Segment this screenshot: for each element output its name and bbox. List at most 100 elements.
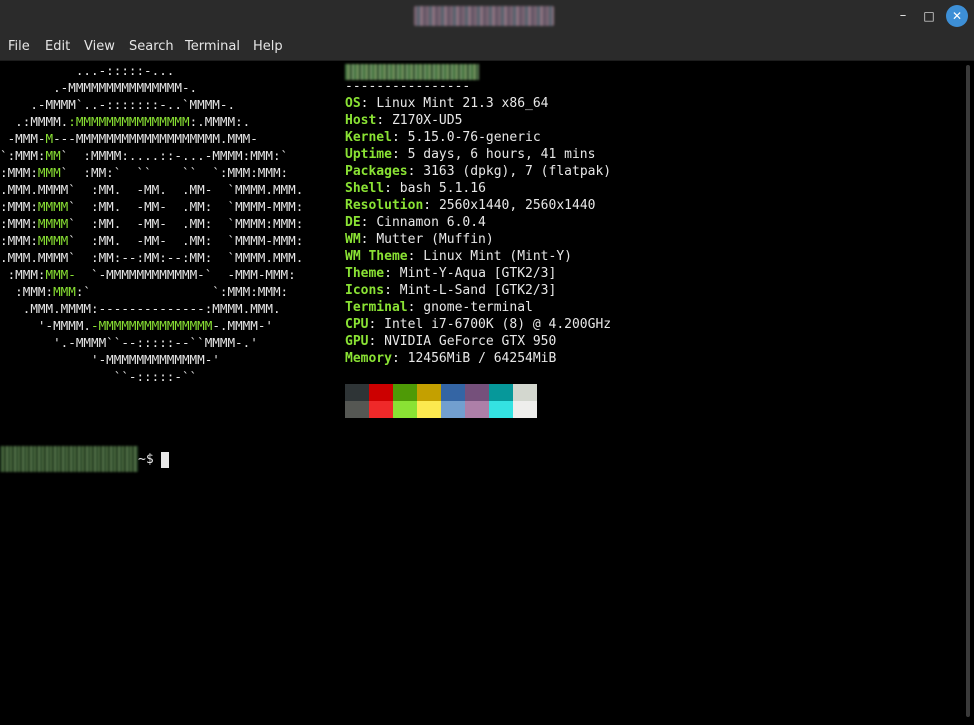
info-key: Resolution: [345, 198, 424, 213]
logo-segment: :MMM:: [0, 233, 38, 248]
color-swatch: [441, 401, 465, 418]
info-key: Memory: [345, 351, 392, 366]
title-bar[interactable]: – □ ✕: [0, 0, 974, 32]
info-value: Z170X-UD5: [391, 113, 463, 128]
info-key: Kernel: [345, 130, 392, 145]
color-swatch: [513, 384, 537, 401]
info-key: Host: [345, 113, 377, 128]
color-swatch: [345, 384, 369, 401]
logo-segment: :MMM:: [0, 199, 38, 214]
color-swatch: [369, 384, 393, 401]
terminal-output[interactable]: ...-:::::-... .-MMMMMMMMMMMMMMM-. .-MMMM…: [0, 61, 974, 725]
info-value: Linux Mint (Mint-Y): [423, 249, 572, 264]
logo-segment: `:MMM:: [0, 148, 46, 163]
info-value: Intel i7-6700K (8) @ 4.200GHz: [384, 317, 612, 332]
logo-segment: -MMM-: [0, 131, 46, 146]
info-value: NVIDIA GeForce GTX 950: [384, 334, 557, 349]
info-key: WM Theme: [345, 249, 408, 264]
info-row: Resolution: 2560x1440, 2560x1440: [345, 198, 596, 213]
logo-segment: .-MMMMMMMMMMMMMMM-.: [0, 80, 198, 95]
info-value: 3163 (dpkg), 7 (flatpak): [423, 164, 612, 179]
color-swatch: [345, 401, 369, 418]
logo-segment: `-MMMMMMMMMMMM-` -MMM-MMM:: [75, 267, 296, 282]
scrollbar[interactable]: [965, 61, 971, 725]
scrollbar-thumb[interactable]: [966, 65, 970, 717]
color-swatch: [513, 401, 537, 418]
logo-segment: :MMM:: [0, 165, 38, 180]
info-key: WM: [345, 232, 361, 247]
color-swatch: [393, 384, 417, 401]
logo-segment: :MMM:: [0, 267, 46, 282]
menu-view[interactable]: View: [84, 39, 115, 54]
logo-segment: MMM-: [45, 267, 76, 282]
logo-segment: .MMM.MMMM` :MM. -MM. .MM- `MMMM.MMM.: [0, 182, 304, 197]
logo-segment: ``-:::::-``: [0, 369, 198, 384]
prompt-suffix: ~$: [138, 452, 154, 467]
info-row: Memory: 12456MiB / 64254MiB: [345, 351, 557, 366]
window-title-redacted: [414, 6, 554, 26]
menu-search[interactable]: Search: [129, 39, 174, 54]
menu-edit[interactable]: Edit: [45, 39, 70, 54]
prompt-user-redacted: [0, 446, 138, 472]
info-row: Uptime: 5 days, 6 hours, 41 mins: [345, 147, 596, 162]
logo-segment: MMM: [37, 165, 61, 180]
info-value: Mutter (Muffin): [376, 232, 494, 247]
info-row: Shell: bash 5.1.16: [345, 181, 486, 196]
terminal-window: – □ ✕ File Edit View Search Terminal Hel…: [0, 0, 974, 725]
menu-file[interactable]: File: [8, 39, 30, 54]
logo-segment: MMMM: [37, 233, 69, 248]
color-swatch: [465, 384, 489, 401]
logo-segment: ` :MM. -MM- .MM: `MMMM-MMM:: [68, 233, 304, 248]
info-row: Kernel: 5.15.0-76-generic: [345, 130, 541, 145]
color-swatch: [369, 401, 393, 418]
info-value: 12456MiB / 64254MiB: [407, 351, 557, 366]
info-value: Cinnamon 6.0.4: [376, 215, 486, 230]
logo-segment: ` :MMMM:....::-...-MMMM:MMM:`: [60, 148, 289, 163]
mint-ascii-logo: ...-:::::-... .-MMMMMMMMMMMMMMM-. .-MMMM…: [0, 62, 303, 385]
logo-segment: '.-MMMM``--:::::--``MMMM-.': [0, 335, 258, 350]
info-key: OS: [345, 96, 361, 111]
logo-segment: MMM: [53, 284, 76, 299]
separator-line: ----------------: [345, 79, 471, 94]
logo-segment: -.MMMM-': [212, 318, 273, 333]
color-swatch: [417, 384, 441, 401]
close-button[interactable]: ✕: [946, 5, 968, 27]
info-key: Icons: [345, 283, 385, 298]
info-key: Theme: [345, 266, 385, 281]
logo-segment: :MMM:: [0, 284, 54, 299]
info-key: Shell: [345, 181, 385, 196]
menu-terminal[interactable]: Terminal: [185, 39, 240, 54]
logo-segment: MM: [45, 148, 61, 163]
logo-segment: :.MMMM:.: [189, 114, 251, 129]
logo-segment: .MMM.MMMM` :MM:--:MM:--:MM: `MMMM.MMM.: [0, 250, 304, 265]
info-row: OS: Linux Mint 21.3 x86_64: [345, 96, 549, 111]
color-swatch: [441, 384, 465, 401]
color-swatch: [417, 401, 441, 418]
logo-segment: ...-:::::-...: [0, 63, 175, 78]
info-value: Linux Mint 21.3 x86_64: [376, 96, 549, 111]
logo-segment: '-MMMMMMMMMMMMM-': [0, 352, 220, 367]
info-key: Terminal: [345, 300, 408, 315]
logo-segment: MMMM: [37, 199, 69, 214]
info-row: Terminal: gnome-terminal: [345, 300, 533, 315]
logo-segment: ---MMMMMMMMMMMMMMMMMMM.MMM-: [53, 131, 258, 146]
info-key: Uptime: [345, 147, 392, 162]
minimize-button[interactable]: –: [892, 5, 914, 27]
info-row: GPU: NVIDIA GeForce GTX 950: [345, 334, 557, 349]
maximize-button[interactable]: □: [918, 5, 940, 27]
logo-segment: -MMMMMMMMMMMMMMM: [91, 318, 213, 333]
logo-segment: M: [45, 131, 54, 146]
logo-segment: :MMM:: [0, 216, 38, 231]
logo-segment: .-MMMM`..-:::::::-..`MMMM-.: [0, 97, 236, 112]
info-value: Mint-Y-Aqua [GTK2/3]: [399, 266, 557, 281]
info-value: 5.15.0-76-generic: [407, 130, 541, 145]
text-cursor: [161, 452, 169, 468]
menu-bar: File Edit View Search Terminal Help: [0, 32, 974, 61]
info-row: Packages: 3163 (dpkg), 7 (flatpak): [345, 164, 612, 179]
info-key: GPU: [345, 334, 369, 349]
color-swatch: [393, 401, 417, 418]
color-swatch: [489, 384, 513, 401]
menu-help[interactable]: Help: [253, 39, 283, 54]
color-swatch: [489, 401, 513, 418]
info-value: Mint-L-Sand [GTK2/3]: [399, 283, 557, 298]
